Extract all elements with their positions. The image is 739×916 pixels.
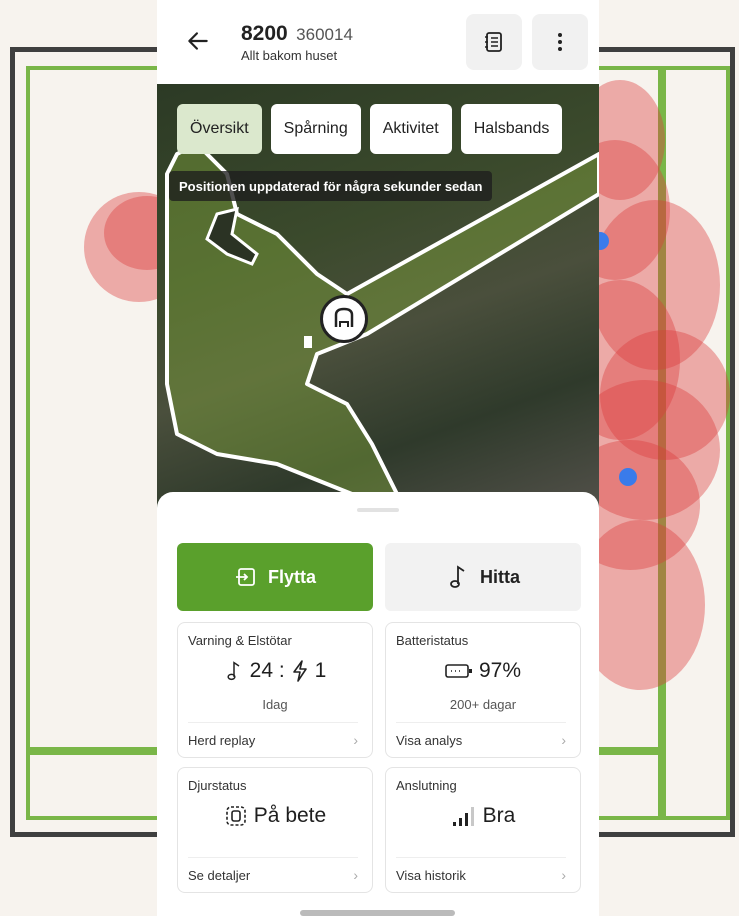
warnings-card: Varning & Elstötar 24 : 1 Idag Herd repl… [177, 622, 373, 758]
bottom-sheet: Flytta Hitta Varning & Elstötar 24 : 1 I… [157, 492, 599, 916]
move-button-label: Flytta [267, 566, 316, 587]
shocks-count: 1 [314, 659, 327, 682]
connection-history-link[interactable]: Visa historik › [396, 857, 566, 892]
phone-screen: 8200 360014 Allt bakom huset Översikt Sp… [157, 0, 599, 916]
battery-title: Batteristatus [396, 633, 469, 648]
collar-title: 8200 360014 Allt bakom huset [241, 22, 353, 63]
battery-percent: 97% [478, 659, 522, 682]
battery-remaining: 200+ dagar [449, 697, 517, 712]
animal-status-title: Djurstatus [188, 778, 247, 793]
warnings-title: Varning & Elstötar [188, 633, 292, 648]
move-button[interactable]: Flytta [177, 543, 373, 611]
chevron-right-icon: › [353, 732, 358, 748]
warnings-count: 24 : [249, 659, 285, 682]
sound-note-icon [227, 661, 240, 681]
tab-bar: Översikt Spårning Aktivitet Halsbands [177, 104, 563, 154]
chevron-right-icon: › [561, 867, 566, 883]
top-app-bar: 8200 360014 Allt bakom huset [157, 0, 599, 84]
chevron-right-icon: › [561, 732, 566, 748]
herd-replay-label: Herd replay [188, 732, 256, 748]
lightning-icon [292, 660, 307, 682]
position-dot [619, 468, 637, 486]
back-arrow-icon[interactable] [185, 28, 211, 54]
sound-note-icon [450, 565, 465, 588]
warnings-value: 24 : 1 [178, 659, 372, 683]
more-vertical-icon [558, 33, 562, 51]
move-into-icon [235, 568, 255, 586]
battery-value: 97% [386, 659, 580, 683]
connection-history-label: Visa historik [396, 867, 466, 883]
tab-overview[interactable]: Översikt [177, 104, 262, 154]
grazing-icon [225, 806, 246, 826]
animal-marker-icon [334, 307, 354, 327]
collar-name: 8200 [241, 22, 288, 45]
collar-zone: Allt bakom huset [241, 48, 338, 63]
animal-status-value: På bete [178, 804, 372, 828]
animal-status-card: Djurstatus På bete Se detaljer › [177, 767, 373, 893]
battery-analysis-link[interactable]: Visa analys › [396, 722, 566, 757]
home-indicator [300, 910, 455, 916]
notes-button[interactable] [466, 14, 522, 70]
warnings-period: Idag [262, 697, 288, 712]
battery-card: Batteristatus 97% 200+ dagar Visa analys… [385, 622, 581, 758]
connection-title: Anslutning [396, 778, 457, 793]
animal-details-link[interactable]: Se detaljer › [188, 857, 358, 892]
find-button[interactable]: Hitta [385, 543, 581, 611]
sheet-drag-handle[interactable] [357, 508, 399, 512]
connection-card: Anslutning Bra Visa historik › [385, 767, 581, 893]
tab-activity[interactable]: Aktivitet [369, 104, 452, 154]
more-options-button[interactable] [532, 14, 588, 70]
collar-id: 360014 [296, 25, 353, 44]
connection-status-text: Bra [482, 804, 516, 827]
map-view[interactable]: Översikt Spårning Aktivitet Halsbands Po… [157, 84, 599, 524]
signal-strength-icon [452, 807, 474, 826]
find-button-label: Hitta [480, 566, 520, 587]
battery-analysis-label: Visa analys [396, 732, 463, 748]
animal-marker[interactable] [320, 295, 368, 343]
tab-tracking[interactable]: Spårning [270, 104, 361, 154]
position-updated-toast: Positionen uppdaterad för några sekunder… [169, 171, 493, 201]
animal-details-label: Se detaljer [188, 867, 251, 883]
animal-status-text: På bete [253, 804, 327, 827]
tab-collar[interactable]: Halsbands [460, 104, 563, 154]
connection-value: Bra [386, 804, 580, 828]
battery-icon [445, 664, 472, 678]
chevron-right-icon: › [353, 867, 358, 883]
notebook-icon [485, 32, 502, 52]
herd-replay-link[interactable]: Herd replay › [188, 722, 358, 757]
